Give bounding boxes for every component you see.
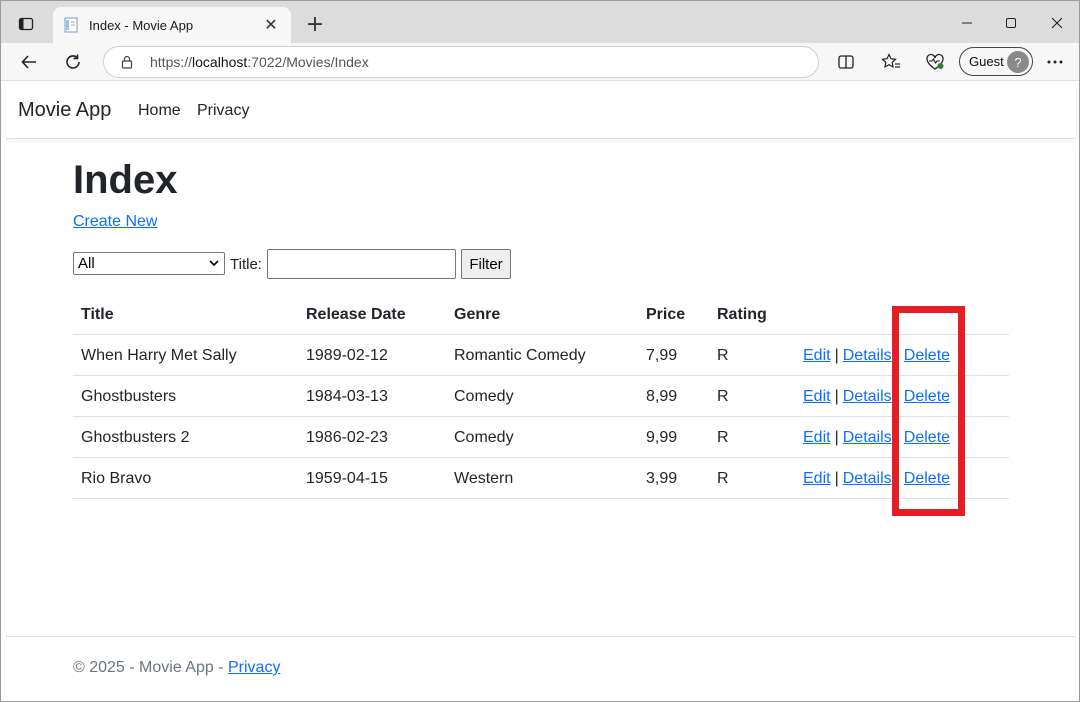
maximize-icon[interactable] [996,11,1026,35]
edit-link[interactable]: Edit [803,388,831,406]
action-separator: | [834,428,839,446]
tab-actions-icon[interactable] [13,11,39,37]
edit-link[interactable]: Edit [803,429,831,447]
cell-title: Rio Bravo [81,469,152,487]
genre-select[interactable]: All [73,252,225,275]
back-arrow-icon[interactable] [15,48,43,76]
create-new-link[interactable]: Create New [73,213,157,231]
cell-genre: Romantic Comedy [454,346,586,364]
more-options-icon[interactable] [1042,49,1068,75]
header-rating: Rating [717,305,767,323]
table-row: When Harry Met Sally 1989-02-12 Romantic… [73,335,1009,376]
guest-avatar-icon: ? [1007,51,1029,73]
filter-button[interactable]: Filter [461,249,511,279]
details-link[interactable]: Details [843,429,892,447]
site-navbar: Movie App Home Privacy [6,82,1076,139]
cell-rating: R [717,469,729,487]
close-window-icon[interactable] [1042,11,1072,35]
cell-title: Ghostbusters [81,387,177,405]
page-title: Index [73,158,178,202]
url-text: https://localhost:7022/Movies/Index [150,54,369,70]
favorites-icon[interactable] [878,49,904,75]
cell-release-date: 1989-02-12 [306,346,388,364]
cell-release-date: 1986-02-23 [306,428,388,446]
footer-privacy-link[interactable]: Privacy [228,659,280,676]
table-row: Ghostbusters 2 1986-02-23 Comedy 9,99 R … [73,417,1009,458]
profile-button[interactable]: Guest ? [959,47,1033,76]
address-bar[interactable]: https://localhost:7022/Movies/Index [103,46,819,78]
nav-privacy-link[interactable]: Privacy [197,102,249,120]
details-link[interactable]: Details [843,388,892,406]
cell-price: 3,99 [646,469,678,487]
new-tab-icon[interactable]: + [303,12,327,37]
cell-rating: R [717,346,729,364]
table-row: Ghostbusters 1984-03-13 Comedy 8,99 R Ed… [73,376,1009,417]
cell-release-date: 1959-04-15 [306,469,388,487]
edit-link[interactable]: Edit [803,347,831,365]
cell-price: 9,99 [646,428,678,446]
header-release-date: Release Date [306,305,406,323]
cell-genre: Comedy [454,387,514,405]
cell-genre: Comedy [454,428,514,446]
brand-link[interactable]: Movie App [18,99,111,122]
action-separator: | [834,346,839,364]
cell-title: Ghostbusters 2 [81,428,190,446]
profile-label: Guest [969,54,1004,69]
details-link[interactable]: Details [843,470,892,488]
movies-table: Title Release Date Genre Price Rating Wh… [73,294,1009,499]
browser-essentials-icon[interactable] [922,49,948,75]
footer-text: © 2025 - Movie App - Privacy [73,659,280,677]
edit-link[interactable]: Edit [803,470,831,488]
nav-home-link[interactable]: Home [138,102,181,120]
header-price: Price [646,305,686,323]
genre-select-value: All [78,255,95,272]
minimize-icon[interactable] [952,11,982,35]
action-separator: | [834,469,839,487]
cell-genre: Western [454,469,514,487]
tab-title: Index - Movie App [89,17,194,33]
header-genre: Genre [454,305,501,323]
copyright-text: © 2025 - Movie App - [73,659,228,676]
chevron-down-icon [209,260,219,267]
title-bar: Index - Movie App ✕ + [1,1,1079,43]
title-filter-input[interactable] [267,249,456,279]
refresh-icon[interactable] [59,48,87,76]
cell-release-date: 1984-03-13 [306,387,388,405]
tab-close-icon[interactable]: ✕ [261,15,281,35]
cell-price: 7,99 [646,346,678,364]
site-footer: © 2025 - Movie App - Privacy [6,636,1076,698]
header-title: Title [81,305,114,323]
split-screen-icon[interactable] [833,49,859,75]
cell-rating: R [717,428,729,446]
lock-icon [121,55,133,69]
browser-toolbar: https://localhost:7022/Movies/Index Gues… [1,43,1079,81]
table-row: Rio Bravo 1959-04-15 Western 3,99 R Edit… [73,458,1009,499]
title-filter-label: Title: [230,256,262,273]
delete-column-highlight [892,306,965,516]
action-separator: | [834,387,839,405]
cell-title: When Harry Met Sally [81,346,237,364]
web-page: Movie App Home Privacy Index Create New … [6,82,1076,698]
cell-rating: R [717,387,729,405]
cell-price: 8,99 [646,387,678,405]
page-favicon-icon [64,17,78,33]
browser-window: Index - Movie App ✕ + https://localhost:… [0,0,1080,702]
details-link[interactable]: Details [843,347,892,365]
table-header-row: Title Release Date Genre Price Rating [73,294,1009,335]
browser-tab[interactable]: Index - Movie App ✕ [53,7,291,43]
